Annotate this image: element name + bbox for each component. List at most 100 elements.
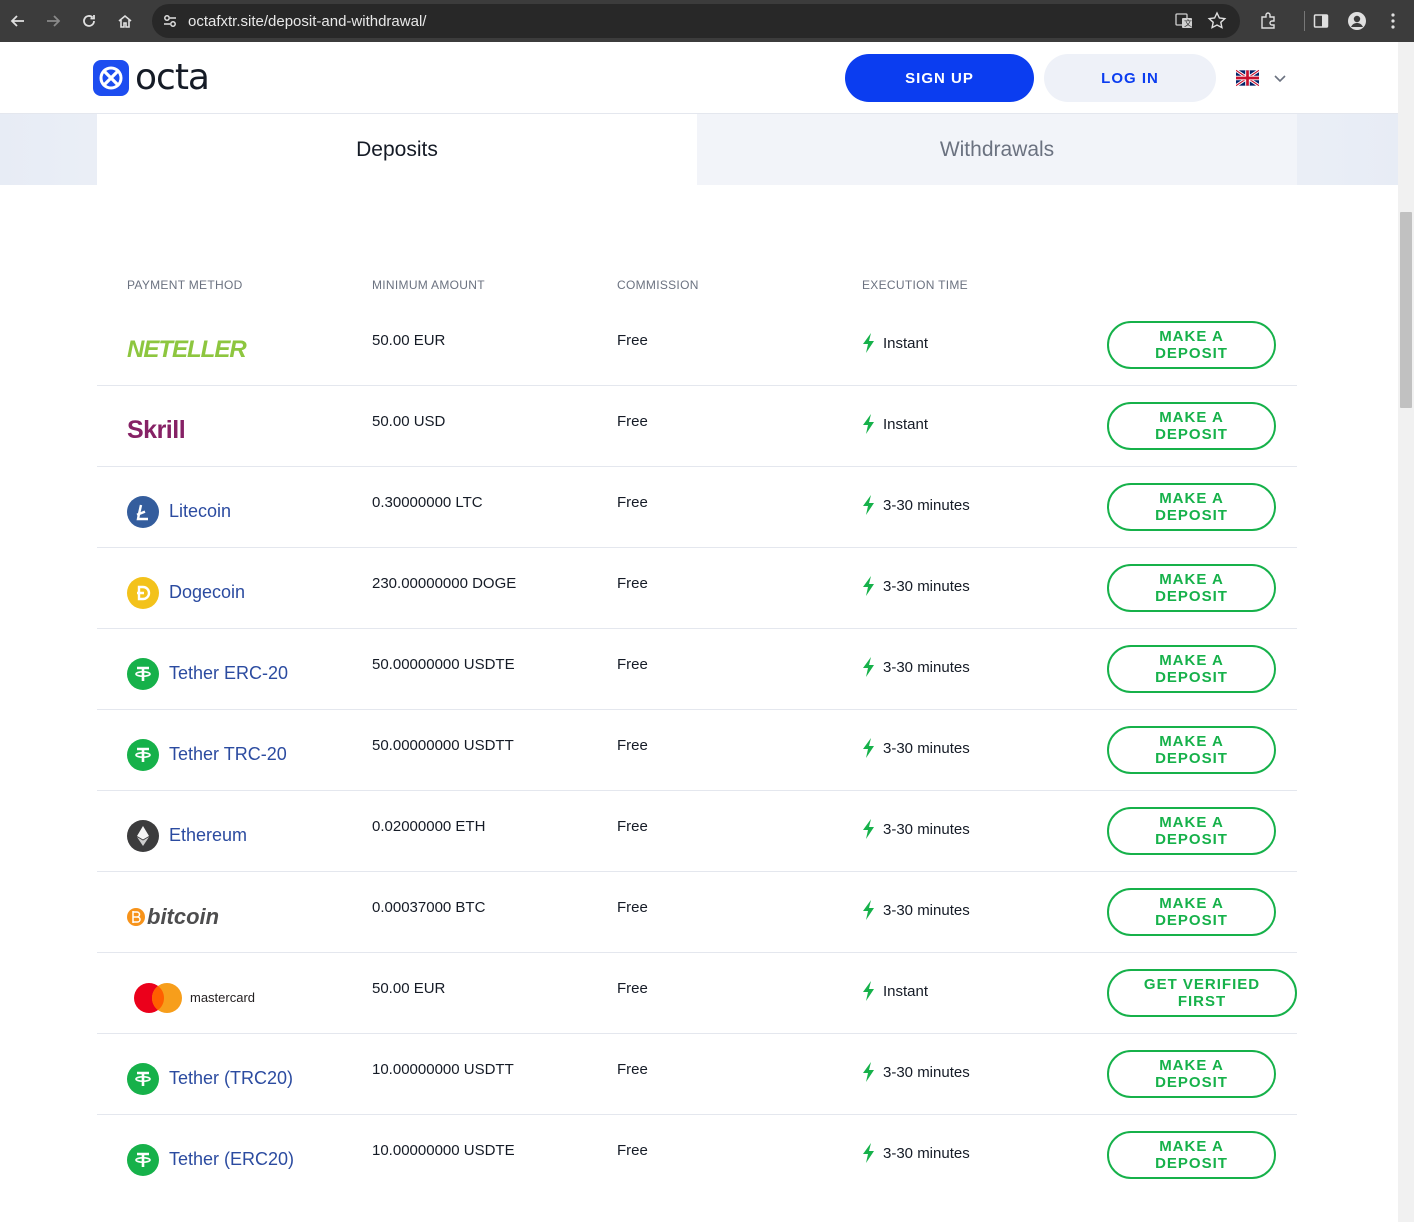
- lightning-icon: [863, 819, 874, 839]
- payment-method-cell: mastercard: [134, 953, 255, 1034]
- make-deposit-button[interactable]: MAKE A DEPOSIT: [1107, 726, 1276, 774]
- tab-withdrawals[interactable]: Withdrawals: [697, 114, 1297, 185]
- column-header-payment-method: PAYMENT METHOD: [127, 278, 243, 292]
- log-in-button[interactable]: LOG IN: [1044, 54, 1216, 102]
- language-selector[interactable]: [1236, 68, 1292, 88]
- make-deposit-button[interactable]: MAKE A DEPOSIT: [1107, 483, 1276, 531]
- menu-kebab-icon[interactable]: [1381, 9, 1405, 33]
- commission: Free: [617, 1142, 648, 1159]
- page-scrollbar[interactable]: [1398, 42, 1414, 1222]
- make-deposit-button[interactable]: MAKE A DEPOSIT: [1107, 1050, 1276, 1098]
- site-info-icon[interactable]: [160, 11, 180, 31]
- payment-method-cell: bitcoin: [127, 872, 219, 953]
- table-row: Dogecoin 230.00000000 DOGE Free 3-30 min…: [97, 548, 1297, 629]
- execution-time-text: 3-30 minutes: [883, 658, 970, 676]
- lightning-icon: [863, 1143, 874, 1163]
- commission: Free: [617, 413, 648, 430]
- execution-time: Instant: [862, 413, 928, 435]
- execution-time: 3-30 minutes: [862, 818, 970, 840]
- table-row: Tether ERC-20 50.00000000 USDTE Free 3-3…: [97, 629, 1297, 710]
- minimum-amount: 50.00000000 USDTE: [372, 656, 515, 673]
- coin-name: Ethereum: [169, 825, 248, 845]
- execution-time-text: 3-30 minutes: [883, 739, 970, 757]
- make-deposit-button[interactable]: MAKE A DEPOSIT: [1107, 402, 1276, 450]
- make-deposit-button[interactable]: MAKE A DEPOSIT: [1107, 645, 1276, 693]
- extensions-icon[interactable]: [1256, 9, 1280, 33]
- payment-method-cell: Tether (ERC20): [127, 1115, 294, 1196]
- uk-flag-icon: [1236, 69, 1259, 87]
- mastercard-icon: [134, 982, 182, 1013]
- neteller-logo: NETELLER: [127, 335, 247, 363]
- make-deposit-button[interactable]: MAKE A DEPOSIT: [1107, 321, 1276, 369]
- url-text: octafxtr.site/deposit-and-withdrawal/: [188, 13, 427, 30]
- coin-name: Dogecoin: [169, 582, 246, 602]
- commission: Free: [617, 332, 648, 349]
- payment-method-cell: Skrill: [127, 386, 186, 467]
- chevron-down-icon: [1274, 75, 1286, 83]
- get-verified-first-button[interactable]: GET VERIFIED FIRST: [1107, 969, 1297, 1017]
- execution-time: 3-30 minutes: [862, 1142, 970, 1164]
- lightning-icon: [863, 738, 874, 758]
- bitcoin-logo-text: bitcoin: [147, 903, 220, 929]
- skrill-logo: Skrill: [127, 416, 186, 444]
- lightning-icon: [863, 981, 874, 1001]
- logo-text: octa: [135, 57, 210, 98]
- execution-time-text: Instant: [883, 982, 929, 1000]
- commission: Free: [617, 656, 648, 673]
- table-row: Tether TRC-20 50.00000000 USDTT Free 3-3…: [97, 710, 1297, 791]
- minimum-amount: 0.00037000 BTC: [372, 899, 486, 916]
- commission: Free: [617, 980, 648, 997]
- execution-time: 3-30 minutes: [862, 494, 970, 516]
- payment-method-cell: Litecoin: [127, 467, 231, 548]
- tether-icon: [127, 1143, 159, 1176]
- make-deposit-button[interactable]: MAKE A DEPOSIT: [1107, 807, 1276, 855]
- tab-deposits[interactable]: Deposits: [97, 114, 697, 185]
- minimum-amount: 0.02000000 ETH: [372, 818, 486, 835]
- back-icon[interactable]: [6, 9, 30, 33]
- table-row: bitcoin 0.00037000 BTC Free 3-30 minutes…: [97, 872, 1297, 953]
- make-deposit-button[interactable]: MAKE A DEPOSIT: [1107, 1131, 1276, 1179]
- coin-name: Tether (ERC20): [169, 1149, 295, 1169]
- commission: Free: [617, 899, 648, 916]
- coin-name: Tether TRC-20: [169, 744, 287, 764]
- minimum-amount: 50.00 EUR: [372, 980, 446, 997]
- minimum-amount: 230.00000000 DOGE: [372, 575, 517, 592]
- payment-method-cell: Tether (TRC20): [127, 1034, 293, 1115]
- column-header-minimum-amount: MINIMUM AMOUNT: [372, 278, 485, 292]
- commission: Free: [617, 494, 648, 511]
- bitcoin-icon: [127, 907, 145, 926]
- home-icon[interactable]: [113, 9, 137, 33]
- commission: Free: [617, 737, 648, 754]
- profile-icon[interactable]: [1345, 9, 1369, 33]
- tether-icon: [127, 1062, 159, 1095]
- execution-time: 3-30 minutes: [862, 899, 970, 921]
- lightning-icon: [863, 1062, 874, 1082]
- scrollbar-thumb[interactable]: [1400, 212, 1412, 408]
- side-panel-icon[interactable]: [1309, 9, 1333, 33]
- bookmark-star-icon[interactable]: [1207, 11, 1227, 36]
- table-row: mastercard 50.00 EUR Free Instant GET VE…: [97, 953, 1297, 1034]
- minimum-amount: 0.30000000 LTC: [372, 494, 483, 511]
- lightning-icon: [863, 414, 874, 434]
- table-row: Tether (ERC20) 10.00000000 USDTE Free 3-…: [97, 1115, 1297, 1196]
- table-row: NETELLER 50.00 EUR Free Instant MAKE A D…: [97, 305, 1297, 386]
- toolbar-separator: [1304, 11, 1305, 31]
- translate-icon[interactable]: 文: [1174, 11, 1194, 36]
- site-header: octa SIGN UP LOG IN: [0, 42, 1398, 114]
- lightning-icon: [863, 576, 874, 596]
- execution-time: 3-30 minutes: [862, 575, 970, 597]
- forward-icon[interactable]: [41, 9, 65, 33]
- minimum-amount: 50.00000000 USDTT: [372, 737, 514, 754]
- commission: Free: [617, 575, 648, 592]
- execution-time-text: 3-30 minutes: [883, 1063, 970, 1081]
- sign-up-button[interactable]: SIGN UP: [845, 54, 1034, 102]
- reload-icon[interactable]: [77, 9, 101, 33]
- dogecoin-icon: [127, 576, 159, 609]
- address-bar[interactable]: octafxtr.site/deposit-and-withdrawal/ 文: [152, 4, 1240, 38]
- commission: Free: [617, 1061, 648, 1078]
- minimum-amount: 50.00 EUR: [372, 332, 446, 349]
- make-deposit-button[interactable]: MAKE A DEPOSIT: [1107, 564, 1276, 612]
- octa-logo[interactable]: octa: [93, 57, 210, 98]
- make-deposit-button[interactable]: MAKE A DEPOSIT: [1107, 888, 1276, 936]
- commission: Free: [617, 818, 648, 835]
